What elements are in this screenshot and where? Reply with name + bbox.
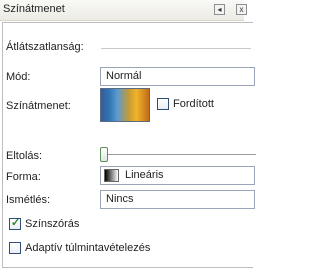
- offset-slider-thumb[interactable]: [100, 147, 108, 162]
- offset-slider-track[interactable]: [106, 154, 256, 155]
- adaptive-supersampling-checkbox[interactable]: [9, 242, 21, 254]
- restore-icon[interactable]: ◂: [214, 4, 225, 15]
- mode-select[interactable]: Normál: [100, 67, 255, 86]
- linear-gradient-icon: [104, 169, 119, 182]
- opacity-slider[interactable]: [101, 48, 251, 49]
- shape-label: Forma:: [6, 171, 41, 183]
- reverse-checkbox[interactable]: [157, 98, 169, 110]
- tool-options-panel: Átlátszatlanság: Mód: Normál Színátmenet…: [2, 22, 256, 268]
- reverse-label: Fordított: [173, 98, 214, 110]
- mode-value: Normál: [106, 70, 142, 82]
- opacity-label: Átlátszatlanság:: [6, 41, 84, 53]
- mode-label: Mód:: [6, 71, 31, 83]
- repeat-value: Nincs: [106, 193, 134, 205]
- shape-select[interactable]: Lineáris: [100, 166, 255, 185]
- gradient-label: Színátmenet:: [6, 100, 71, 112]
- checkmark-icon: ✓: [11, 217, 21, 229]
- repeat-select[interactable]: Nincs: [100, 190, 255, 209]
- dither-label: Színszórás: [25, 218, 80, 230]
- adaptive-supersampling-label: Adaptív túlmintavételezés: [25, 242, 151, 254]
- repeat-label: Ismétlés:: [6, 194, 51, 206]
- panel-title: Színátmenet: [3, 3, 65, 15]
- shape-value: Lineáris: [125, 169, 164, 181]
- offset-label: Eltolás:: [6, 150, 43, 162]
- dither-checkbox[interactable]: ✓: [9, 217, 21, 230]
- gradient-picker-button[interactable]: [100, 88, 150, 122]
- panel-titlebar: Színátmenet ◂ x: [0, 0, 247, 21]
- close-icon[interactable]: x: [236, 4, 247, 15]
